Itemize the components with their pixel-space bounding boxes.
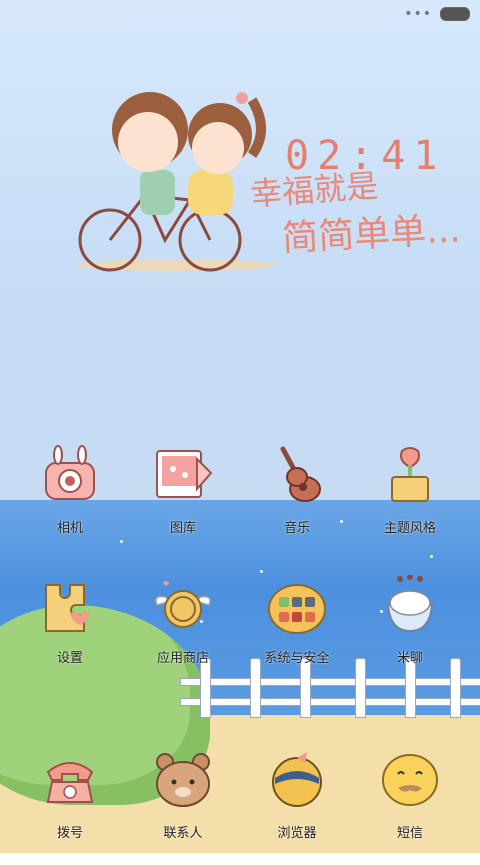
app-theme[interactable]: 主题风格 xyxy=(355,445,465,560)
settings-icon xyxy=(45,584,90,632)
browser-icon xyxy=(272,752,322,807)
battery-icon xyxy=(440,7,470,21)
music-icon xyxy=(280,446,321,502)
app-gallery[interactable]: 图库 xyxy=(128,445,238,560)
app-music[interactable]: 音乐 xyxy=(242,445,352,560)
app-label: 短信 xyxy=(396,826,423,841)
app-store[interactable]: 应用商店 xyxy=(128,575,238,690)
miliao-icon xyxy=(386,575,434,633)
contacts-icon xyxy=(156,753,210,807)
app-miliao[interactable]: 米聊 xyxy=(355,575,465,690)
app-label: 图库 xyxy=(169,521,196,536)
app-contacts[interactable]: 联系人 xyxy=(128,750,238,865)
app-label: 音乐 xyxy=(283,521,310,536)
app-label: 拨号 xyxy=(56,826,83,841)
app-label: 应用商店 xyxy=(156,651,209,666)
status-bar: ••• xyxy=(404,6,470,22)
wallpaper xyxy=(0,0,480,853)
overflow-indicator: ••• xyxy=(404,6,432,22)
app-phone[interactable]: 拨号 xyxy=(15,750,125,865)
messages-icon xyxy=(382,754,438,806)
app-label: 设置 xyxy=(56,651,83,666)
phone-icon xyxy=(46,762,94,803)
app-browser[interactable]: 浏览器 xyxy=(242,750,352,865)
app-label: 系统与安全 xyxy=(264,651,330,666)
app-store-icon xyxy=(155,581,211,628)
app-label: 米聊 xyxy=(396,651,423,666)
gallery-icon xyxy=(156,450,213,498)
app-messages[interactable]: 短信 xyxy=(355,750,465,865)
app-label: 相机 xyxy=(56,521,83,536)
theme-icon xyxy=(391,447,429,502)
app-settings[interactable]: 设置 xyxy=(15,575,125,690)
app-label: 主题风格 xyxy=(383,521,436,536)
app-system-security[interactable]: 系统与安全 xyxy=(242,575,352,690)
app-label: 浏览器 xyxy=(277,826,317,841)
camera-icon xyxy=(45,445,95,500)
motto-line-2: 简简单单... xyxy=(281,209,462,260)
app-label: 联系人 xyxy=(163,826,203,841)
system-security-icon xyxy=(268,584,326,634)
app-camera[interactable]: 相机 xyxy=(15,445,125,560)
